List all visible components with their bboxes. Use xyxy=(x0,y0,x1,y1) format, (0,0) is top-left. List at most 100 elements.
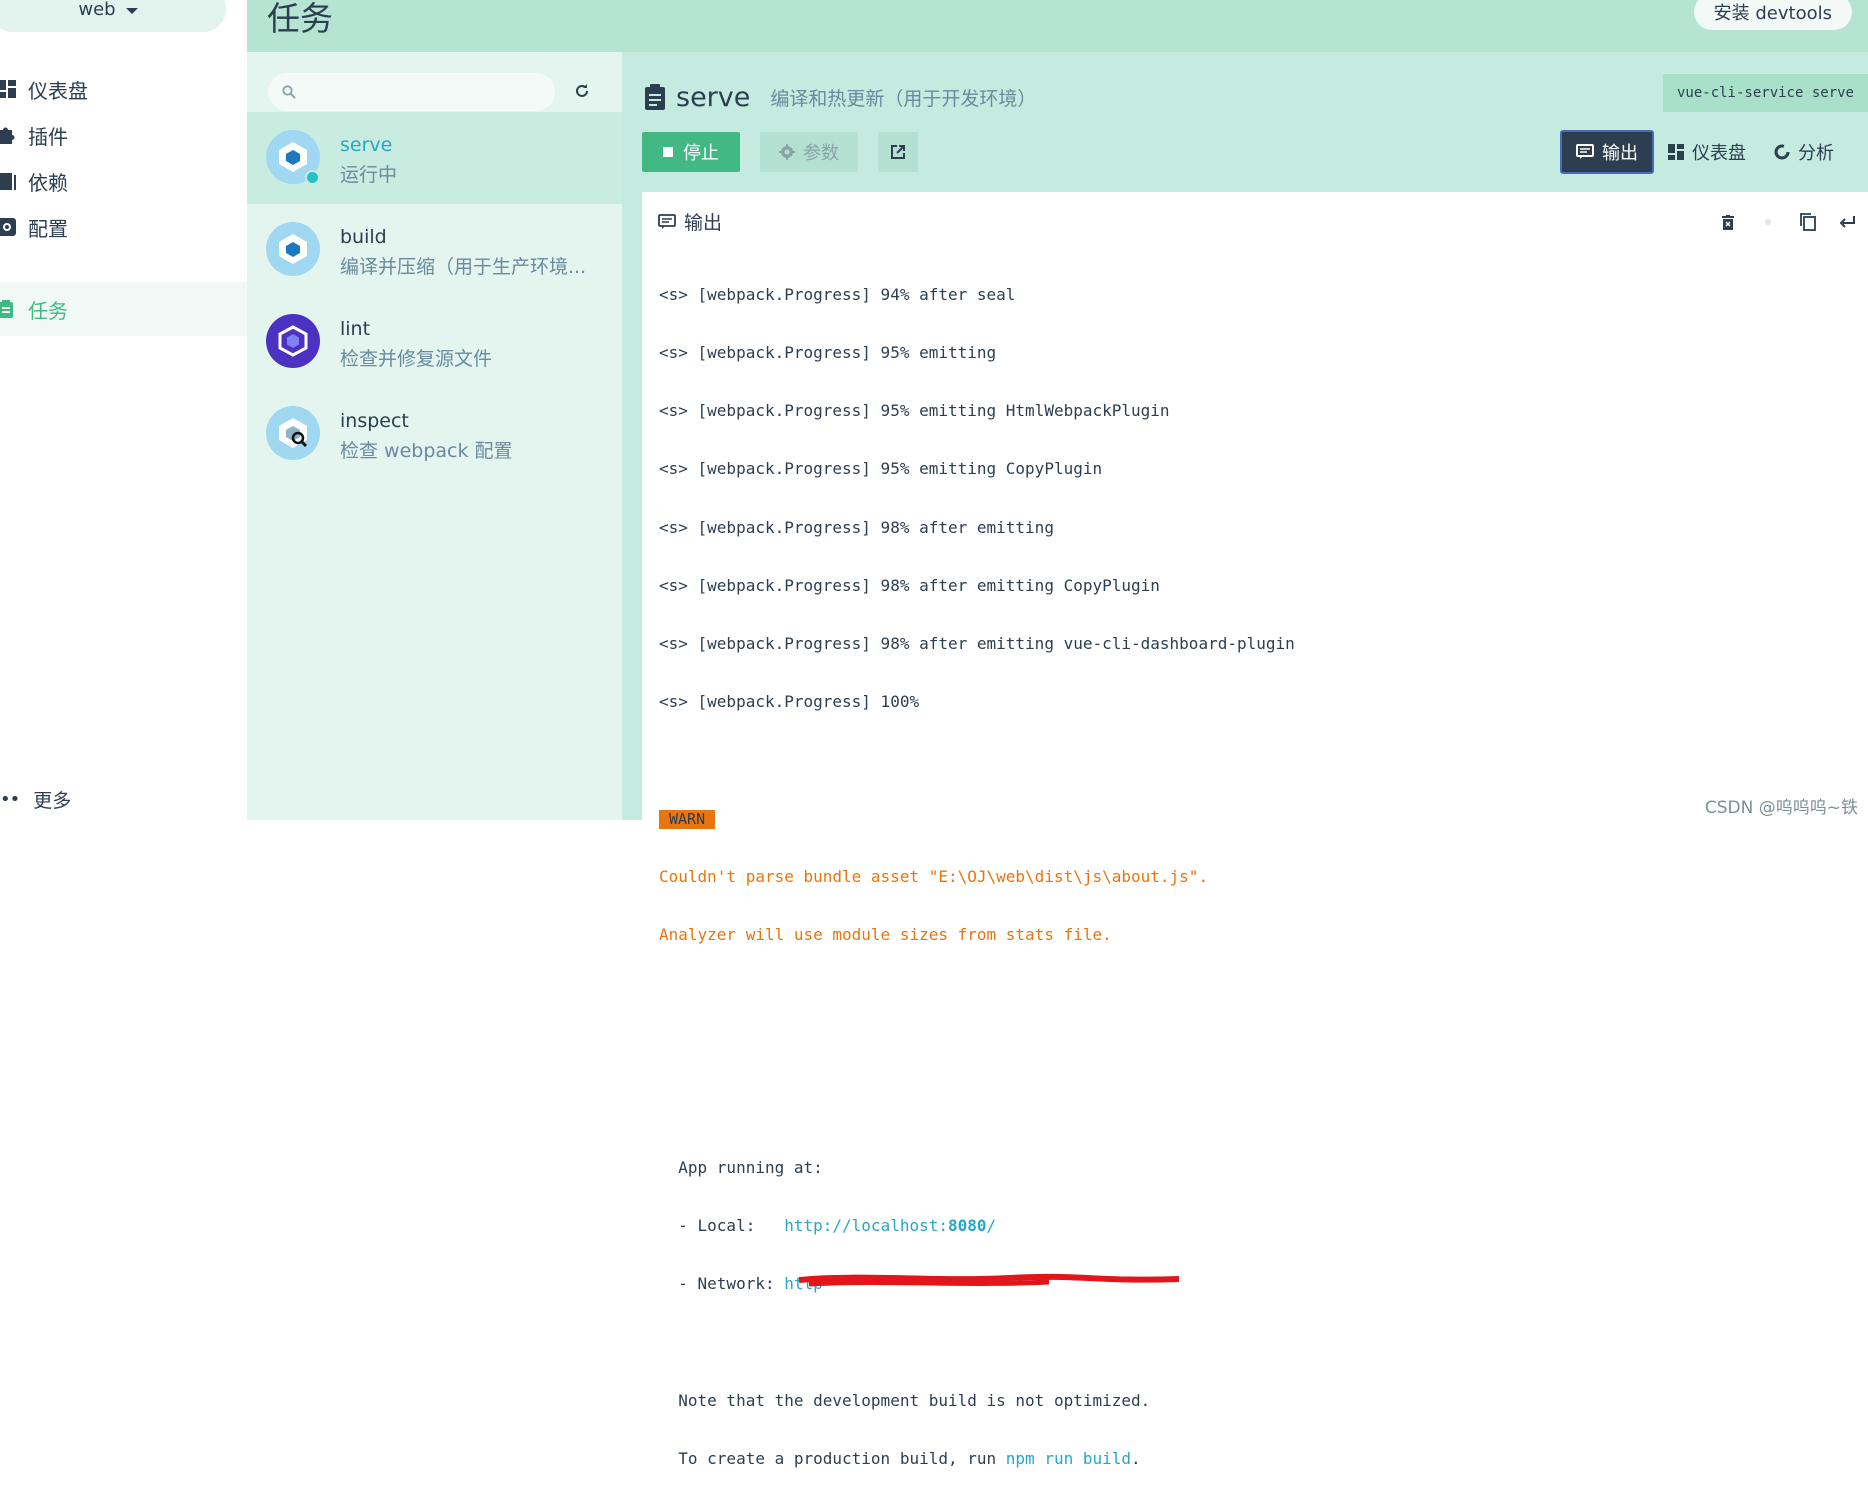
local-url-host[interactable]: http://localhost: xyxy=(784,1216,948,1235)
top-header: 任务 安装 devtools xyxy=(247,0,1868,52)
book-icon xyxy=(0,173,16,190)
task-item-serve[interactable]: serve 运行中 xyxy=(247,112,622,204)
return-icon xyxy=(1840,216,1855,228)
log-line: <s> [webpack.Progress] 94% after seal xyxy=(659,284,1016,304)
more-menu[interactable]: •• 更多 xyxy=(0,786,71,813)
sidebar-item-label: 任务 xyxy=(28,298,68,323)
task-description: 运行中 xyxy=(340,164,398,186)
task-name: build xyxy=(340,226,387,248)
local-url-line: - Local: http://localhost:8080/ xyxy=(659,1216,1839,1235)
wrap-output-button[interactable] xyxy=(1828,208,1868,236)
clear-output-button[interactable] xyxy=(1708,208,1748,236)
tab-dashboard[interactable]: 仪表盘 xyxy=(1654,130,1760,174)
log-line: <s> [webpack.Progress] 95% emitting xyxy=(659,343,997,363)
console-output: <s> [webpack.Progress] 94% after seal <s… xyxy=(659,246,1839,1507)
sidebar-item-label: 配置 xyxy=(28,216,68,241)
open-external-button[interactable] xyxy=(878,132,918,172)
tab-label: 输出 xyxy=(1602,143,1638,164)
search-field[interactable] xyxy=(268,73,555,111)
sidebar-item-label: 依赖 xyxy=(28,170,68,195)
app-running-line: App running at: xyxy=(659,1157,823,1177)
dashboard-icon xyxy=(1668,144,1684,160)
redaction-scribble xyxy=(798,1274,1180,1287)
message-icon xyxy=(1576,144,1594,159)
page-title: 任务 xyxy=(267,0,333,38)
sidebar: web 仪表盘 插件 依赖 配置 任务 •• 更多 xyxy=(0,0,247,820)
log-line: <s> [webpack.Progress] 98% after emittin… xyxy=(659,634,1295,654)
puzzle-icon xyxy=(0,127,15,144)
tab-analyze[interactable]: 分析 xyxy=(1760,130,1848,174)
webpack-inspect-icon xyxy=(266,406,320,460)
gear-icon xyxy=(0,218,16,236)
project-name: web xyxy=(78,0,116,20)
trash-icon xyxy=(1722,214,1734,230)
output-toolbar xyxy=(1708,208,1868,236)
search-input[interactable] xyxy=(304,80,538,106)
open-external-icon xyxy=(891,145,905,159)
task-item-inspect[interactable]: inspect 检查 webpack 配置 xyxy=(247,388,622,480)
clipboard-icon xyxy=(645,84,665,110)
tab-output[interactable]: 输出 xyxy=(1560,130,1654,174)
output-header: 输出 xyxy=(658,208,722,235)
copy-icon xyxy=(1800,213,1816,231)
task-name: inspect xyxy=(340,410,409,432)
local-url-port[interactable]: 8080 xyxy=(948,1216,987,1235)
local-prefix: - Local: xyxy=(659,1216,785,1236)
build-command: npm run build xyxy=(1005,1448,1132,1468)
tab-label: 分析 xyxy=(1798,143,1834,164)
donut-chart-icon xyxy=(1774,144,1790,160)
task-title: serve xyxy=(676,81,751,113)
params-button[interactable]: 参数 xyxy=(760,132,858,172)
clipboard-icon xyxy=(0,300,13,318)
message-icon xyxy=(658,213,676,229)
task-description: 检查并修复源文件 xyxy=(340,348,493,370)
task-item-build[interactable]: build 编译并压缩（用于生产环境... xyxy=(247,204,622,296)
webpack-icon xyxy=(266,222,320,276)
log-line: <s> [webpack.Progress] 95% emitting Copy… xyxy=(659,459,1103,479)
stop-icon xyxy=(663,147,673,157)
log-line: <s> [webpack.Progress] 98% after emittin… xyxy=(659,575,1160,595)
local-url-tail[interactable]: / xyxy=(987,1216,997,1235)
note-suffix: . xyxy=(1131,1448,1141,1468)
project-select[interactable]: web xyxy=(0,0,226,32)
more-label: 更多 xyxy=(33,790,72,812)
log-line: <s> [webpack.Progress] 100% xyxy=(659,692,920,712)
caret-down-icon xyxy=(125,7,138,14)
search-icon xyxy=(282,85,296,99)
task-item-lint[interactable]: lint 检查并修复源文件 xyxy=(247,296,622,388)
sidebar-item-label: 仪表盘 xyxy=(28,78,88,103)
dot-separator xyxy=(1748,208,1788,236)
task-detail: serve 编译和热更新（用于开发环境） vue-cli-service ser… xyxy=(622,52,1868,1468)
params-label: 参数 xyxy=(803,143,839,164)
view-tabs: 输出 仪表盘 分析 xyxy=(1560,130,1848,174)
note-prefix: To create a production build, run xyxy=(659,1448,1006,1468)
refresh-icon[interactable] xyxy=(573,82,591,100)
note-line: To create a production build, run npm ru… xyxy=(659,1449,1839,1468)
warn-line: Analyzer will use module sizes from stat… xyxy=(659,925,1112,945)
more-dots-icon: •• xyxy=(0,789,20,810)
sidebar-item-label: 插件 xyxy=(28,124,68,149)
network-url-line: - Network: http xyxy=(659,1274,1839,1293)
tab-label: 仪表盘 xyxy=(1692,143,1746,164)
eslint-icon xyxy=(266,314,320,368)
task-subtitle: 编译和热更新（用于开发环境） xyxy=(770,87,1037,110)
task-list: serve 运行中 build 编译并压缩（用于生产环境... lint 检查并… xyxy=(247,52,622,820)
log-line: <s> [webpack.Progress] 98% after emittin… xyxy=(659,517,1054,537)
stop-label: 停止 xyxy=(683,143,719,164)
stop-button[interactable]: 停止 xyxy=(642,132,740,172)
note-line: Note that the development build is not o… xyxy=(659,1390,1151,1410)
install-devtools-button[interactable]: 安装 devtools xyxy=(1693,0,1852,30)
copy-output-button[interactable] xyxy=(1788,208,1828,236)
running-status-dot xyxy=(305,170,320,185)
sidebar-item-config[interactable]: 配置 xyxy=(0,200,247,254)
task-description: 编译并压缩（用于生产环境... xyxy=(340,256,587,278)
task-name: serve xyxy=(340,134,393,156)
warn-badge: WARN xyxy=(659,809,716,829)
output-panel: 输出 <s> [webpack.Progress] 94% after seal… xyxy=(642,192,1868,1468)
warn-line: Couldn't parse bundle asset "E:\OJ\web\d… xyxy=(659,866,1209,886)
task-header: serve 编译和热更新（用于开发环境） xyxy=(644,74,1036,120)
log-line: <s> [webpack.Progress] 95% emitting Html… xyxy=(659,401,1170,421)
sidebar-item-tasks[interactable]: 任务 xyxy=(0,282,247,336)
command-badge: vue-cli-service serve xyxy=(1663,74,1868,112)
task-description: 检查 webpack 配置 xyxy=(340,440,513,462)
